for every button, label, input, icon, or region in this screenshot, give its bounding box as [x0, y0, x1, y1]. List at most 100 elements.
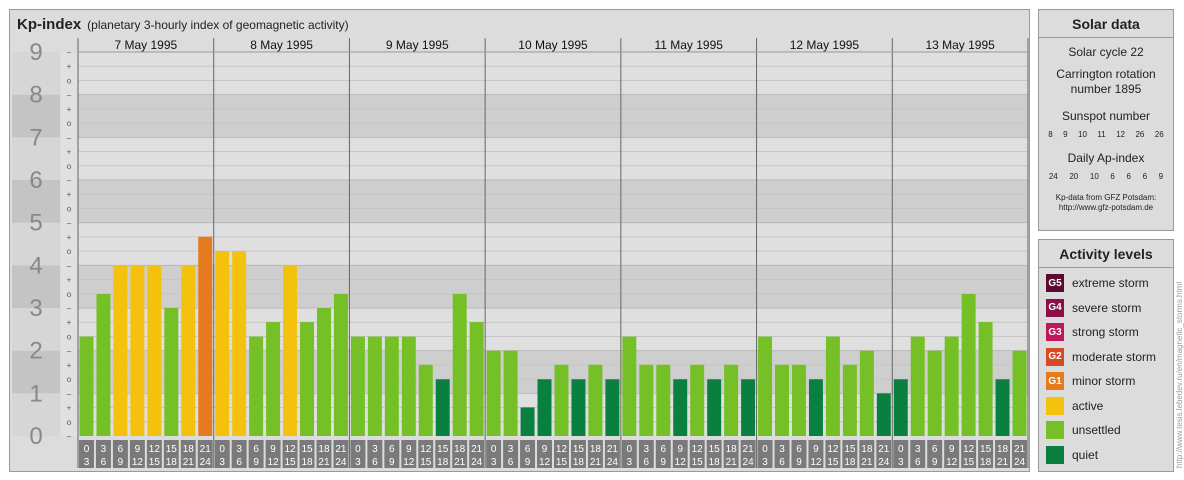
sunspot-value-2: 10 [1078, 130, 1087, 139]
minor-tick-label: + [67, 62, 72, 71]
interval-end-label: 12 [132, 457, 144, 468]
solar-cycle: Solar cycle 22 [1068, 45, 1144, 59]
interval-end-label: 3 [762, 457, 768, 468]
kp-bar [418, 364, 433, 436]
y-tick-label: 0 [29, 423, 42, 450]
interval-end-label: 12 [268, 457, 280, 468]
interval-start-label: 15 [844, 444, 856, 455]
interval-start-label: 3 [915, 444, 921, 455]
credit-link[interactable]: http://www.gfz-potsdam.de [1039, 203, 1173, 213]
kp-bar [792, 364, 806, 436]
interval-start-label: 21 [200, 444, 212, 455]
legend-label: quiet [1072, 447, 1099, 462]
minor-tick-label: o [67, 418, 72, 427]
interval-start-label: 9 [542, 444, 548, 455]
interval-start-label: 3 [236, 444, 242, 455]
day-label: 8 May 1995 [250, 38, 313, 52]
minor-tick-label: – [67, 389, 72, 398]
day-label: 9 May 1995 [386, 38, 449, 52]
interval-end-label: 3 [355, 457, 361, 468]
vertical-credit-text: http://www.tesis.lebedev.ru/en/magnetic_… [1176, 282, 1184, 468]
interval-start-label: 6 [660, 444, 666, 455]
kp-bar [317, 308, 331, 436]
interval-start-label: 12 [827, 444, 839, 455]
kp-bar [181, 265, 196, 436]
kp-bar [876, 393, 891, 436]
kp-bar [164, 308, 179, 436]
kp-bar [842, 364, 857, 436]
interval-start-label: 15 [709, 444, 721, 455]
interval-start-label: 9 [949, 444, 955, 455]
kp-bar [605, 379, 620, 436]
interval-start-label: 6 [253, 444, 259, 455]
interval-start-label: 12 [556, 444, 568, 455]
interval-end-label: 6 [915, 457, 921, 468]
interval-start-label: 15 [437, 444, 449, 455]
sunspot-value-3: 11 [1097, 130, 1106, 139]
interval-end-label: 18 [709, 457, 721, 468]
kp-bar [724, 364, 739, 436]
interval-start-label: 15 [573, 444, 585, 455]
interval-start-label: 3 [644, 444, 650, 455]
interval-end-label: 24 [743, 457, 755, 468]
interval-start-label: 12 [692, 444, 704, 455]
minor-tick-label: o [67, 375, 72, 384]
y-tick-label: 2 [29, 338, 42, 365]
interval-end-label: 9 [389, 457, 395, 468]
y-tick-label: 9 [29, 39, 42, 66]
interval-end-label: 9 [525, 457, 531, 468]
kp-bar [130, 265, 145, 436]
y-tick-label: 6 [29, 167, 42, 194]
kp-bar [775, 364, 789, 436]
ap-values: 24 20 10 6 6 6 9 [1039, 172, 1173, 181]
kp-bar [300, 322, 314, 436]
kp-bar [215, 251, 230, 436]
legend-item-unsettled: unsettled [1046, 418, 1173, 443]
interval-start-label: 18 [183, 444, 195, 455]
ap-value-1: 20 [1069, 172, 1079, 181]
day-label: 10 May 1995 [518, 38, 588, 52]
minor-tick-label: o [67, 76, 72, 85]
interval-start-label: 18 [726, 444, 738, 455]
grid-band [78, 180, 1028, 223]
interval-start-label: 9 [135, 444, 141, 455]
kp-bar [622, 336, 637, 436]
interval-start-label: 21 [335, 444, 347, 455]
legend-swatch: G1 [1046, 372, 1064, 391]
interval-start-label: 21 [471, 444, 483, 455]
legend-item-severe-storm: G4 severe storm [1046, 296, 1173, 321]
interval-start-label: 0 [219, 444, 225, 455]
interval-start-label: 18 [861, 444, 873, 455]
interval-start-label: 15 [980, 444, 992, 455]
credit-line-1: Kp-data from GFZ Potsdam: [1055, 193, 1157, 202]
kp-bar [859, 350, 874, 436]
carrington-rotation: Carrington rotation number 1895 [1056, 67, 1156, 96]
kp-bar [266, 322, 281, 436]
interval-start-label: 12 [149, 444, 161, 455]
grid-band [78, 94, 1028, 138]
day-label: 7 May 1995 [114, 38, 177, 52]
interval-end-label: 3 [491, 457, 497, 468]
interval-end-label: 24 [200, 457, 212, 468]
sunspot-value-4: 12 [1116, 130, 1125, 139]
day-label: 13 May 1995 [925, 38, 995, 52]
minor-tick-label: – [67, 91, 72, 100]
legend-swatch [1046, 396, 1064, 415]
kp-bar [893, 379, 908, 436]
interval-start-label: 9 [406, 444, 412, 455]
interval-end-label: 21 [997, 457, 1009, 468]
minor-tick-label: – [67, 176, 72, 185]
y-tick-label: 1 [29, 380, 42, 407]
minor-tick-label: o [67, 247, 72, 256]
interval-start-label: 21 [607, 444, 619, 455]
interval-end-label: 12 [539, 457, 551, 468]
kp-bar [384, 336, 399, 436]
minor-tick-label: – [67, 432, 72, 441]
legend-item-strong-storm: G3 strong storm [1046, 320, 1173, 345]
minor-tick-label: o [67, 162, 72, 171]
kp-bar [741, 379, 756, 436]
ap-value-3: 6 [1110, 172, 1115, 181]
grid-band [78, 137, 1028, 180]
kp-bar [978, 322, 993, 436]
interval-end-label: 15 [556, 457, 568, 468]
